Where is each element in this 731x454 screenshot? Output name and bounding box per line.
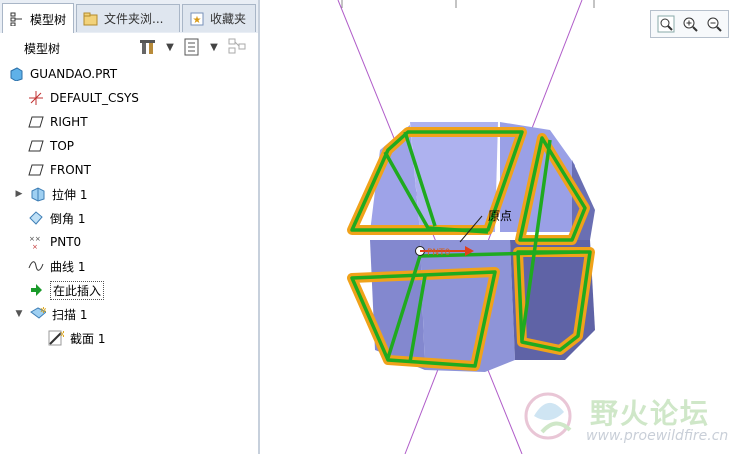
view-toolbar [650,10,729,38]
tree-item-curve-1[interactable]: 曲线 1 [28,255,85,277]
tree-item-label: 拉伸 1 [52,187,88,202]
datum-plane-icon [28,114,44,130]
tree-item-right[interactable]: RIGHT [28,111,88,133]
tab-favorites[interactable]: ★ 收藏夹 [182,4,256,32]
curve-icon [28,258,44,274]
tab-label: 模型树 [30,12,67,27]
watermark-title: 野火论坛 [590,397,711,430]
filter-icon[interactable] [228,37,248,57]
folder-browser-icon [83,11,99,27]
tree-item-label: FRONT [50,163,91,177]
svg-text:✲: ✲ [60,330,64,339]
datum-plane-icon [28,162,44,178]
tree-item-label: PNT0 [50,235,82,249]
sweep-icon: ✲ [30,306,46,322]
tree-item-label: GUANDAO.PRT [30,67,118,81]
tree-item-top[interactable]: TOP [28,135,74,157]
tree-item-label: 在此插入 [50,280,105,300]
tree-item-default-csys[interactable]: DEFAULT_CSYS [28,87,139,109]
model-tree-panel: 模型树 ▼ ▼ GUANDAO.PRT DEFAULT_CSYS RIGHT T… [0,33,259,454]
model-tree-title: 模型树 [24,42,61,56]
collapse-arrow-icon[interactable]: ▼ [14,309,24,319]
tree-item-section-1[interactable]: ✲ 截面 1 [48,327,105,349]
csys-icon [28,90,44,106]
insert-here-icon [28,282,44,298]
tab-label: 文件夹浏... [104,12,164,26]
favorites-icon: ★ [189,11,205,27]
model-tree-icon [9,11,25,27]
tab-label: 收藏夹 [210,12,247,26]
tree-item-sweep-1[interactable]: ▼ ✲ 扫描 1 [14,303,88,325]
tree-item-label: 截面 1 [70,331,106,346]
chevron-down-icon[interactable]: ▼ [160,37,180,57]
expand-arrow-icon[interactable]: ▶ [14,189,24,199]
zoom-in-icon[interactable] [680,14,700,34]
watermark: 野火论坛 www.proewildfire.cn [520,386,729,448]
tree-item-label: RIGHT [50,115,88,129]
panel-tabs: 模型树 文件夹浏... ★ 收藏夹 [0,0,258,34]
tab-model-tree[interactable]: 模型树 [2,3,74,34]
point-label: PNT0 [427,248,451,258]
tree-item-extrude-1[interactable]: ▶ 拉伸 1 [14,183,87,205]
svg-text:××: ×× [29,235,41,243]
zoom-out-icon[interactable] [704,14,724,34]
settings-icon[interactable] [138,37,158,57]
section-icon: ✲ [48,330,64,346]
watermark-logo-icon [524,392,572,440]
model-tree-header: 模型树 ▼ ▼ [0,33,258,60]
show-icon[interactable] [182,37,202,57]
tab-folder-browser[interactable]: 文件夹浏... [76,4,180,32]
tree-item-label: 倒角 1 [50,211,86,226]
watermark-url: www.proewildfire.cn [586,428,729,444]
svg-text:✲: ✲ [40,306,46,315]
tree-item-chamfer-1[interactable]: 倒角 1 [28,207,85,229]
zoom-window-icon[interactable] [656,14,676,34]
svg-text:×: × [32,243,38,250]
tree-item-label: DEFAULT_CSYS [50,91,139,105]
tree-item-label: 扫描 1 [52,307,88,322]
datum-point-icon: ×× × [28,234,44,250]
chevron-down-icon[interactable]: ▼ [204,37,224,57]
extrude-icon [30,186,46,202]
tree-item-label: 曲线 1 [50,259,86,274]
chamfer-icon [28,210,44,226]
tree-item-guandao-prt[interactable]: GUANDAO.PRT [8,63,117,85]
svg-text:★: ★ [193,15,202,26]
part-icon [8,66,24,82]
tree-item-insert-here[interactable]: 在此插入 [28,279,105,301]
origin-annotation: 原点 [488,209,512,223]
tree-item-front[interactable]: FRONT [28,159,91,181]
datum-plane-icon [28,138,44,154]
tree-item-pnt0[interactable]: ×× × PNT0 [28,231,81,253]
tree-item-label: TOP [50,139,75,153]
